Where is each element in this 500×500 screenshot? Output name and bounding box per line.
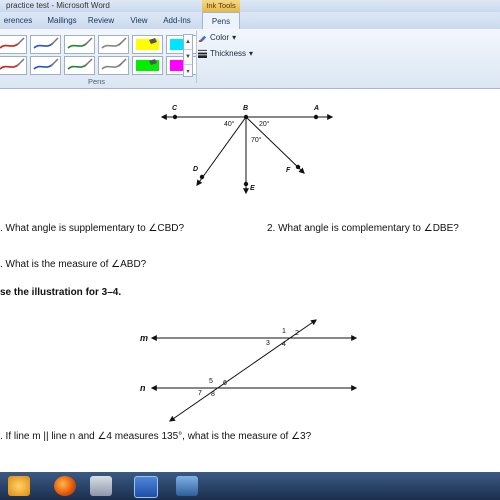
pen-swatch[interactable]	[0, 56, 27, 75]
tab-view[interactable]: View	[126, 12, 152, 29]
line-m-label: m	[140, 333, 149, 343]
pen-swatch[interactable]	[98, 35, 129, 54]
pen-swatch[interactable]	[0, 35, 27, 54]
question-1: . What angle is supplementary to ∠CBD?	[0, 223, 185, 234]
thickness-lines-icon	[198, 49, 207, 58]
point-f	[295, 164, 301, 170]
angle-label-20: 20°	[259, 121, 270, 128]
ink-tools-context-label: Ink Tools	[202, 0, 240, 12]
angle-2-label: 2	[295, 330, 299, 337]
scroll-down-icon[interactable]: ▼	[184, 50, 192, 65]
pen-swatch[interactable]	[64, 35, 95, 54]
highlighter-icon	[136, 38, 159, 50]
angle-5-label: 5	[209, 378, 213, 385]
pen-stroke-icon	[33, 37, 59, 49]
pen-swatch[interactable]	[98, 56, 129, 75]
angle-figure	[160, 114, 334, 195]
ray-bf	[245, 116, 305, 174]
pens-group-label: Pens	[87, 77, 106, 86]
line-n-label: n	[140, 383, 146, 393]
color-button[interactable]: Color ▾	[198, 33, 236, 42]
ribbon-pens-panel: ▲ ▼ ▾ Pens Color ▾ Thickness ▾	[0, 29, 500, 89]
pen-gallery-row-2	[0, 56, 197, 75]
angle-label-40: 40°	[224, 121, 235, 128]
angle-7-label: 7	[198, 390, 202, 397]
title-bar: practice test - Microsoft Word Ink Tools	[0, 0, 500, 12]
ray-bd	[196, 116, 247, 186]
question-4: . If line m || line n and ∠4 measures 13…	[0, 431, 312, 442]
angle-label-70: 70°	[251, 137, 262, 144]
word-icon[interactable]	[134, 476, 158, 498]
tab-add-ins[interactable]: Add-Ins	[160, 12, 194, 29]
calculator-icon[interactable]	[90, 476, 112, 496]
pen-swatch[interactable]	[132, 35, 163, 54]
pen-swatch[interactable]	[30, 56, 61, 75]
pen-gallery-scroll[interactable]: ▲ ▼ ▾	[183, 34, 193, 77]
pen-stroke-icon	[0, 58, 25, 70]
thickness-label: Thickness	[210, 49, 247, 58]
question-2: 2. What angle is complementary to ∠DBE?	[267, 223, 459, 234]
chevron-down-icon: ▾	[232, 33, 237, 42]
pen-stroke-icon	[0, 37, 25, 49]
point-d	[199, 174, 205, 180]
parallel-lines-figure	[150, 319, 358, 422]
point-a	[313, 114, 319, 120]
outlook-icon[interactable]	[8, 476, 30, 496]
pen-swatch[interactable]	[64, 56, 95, 75]
label-f: F	[286, 167, 291, 174]
question-3: . What is the measure of ∠ABD?	[0, 259, 147, 270]
label-c: C	[172, 105, 178, 112]
label-e: E	[250, 185, 255, 192]
tab-review[interactable]: Review	[86, 12, 116, 29]
point-c	[172, 114, 178, 120]
taskbar	[0, 472, 500, 500]
color-pencil-icon	[198, 35, 207, 42]
pen-gallery-row-1	[0, 35, 197, 54]
point-e	[243, 181, 249, 187]
network-icon[interactable]	[176, 476, 198, 496]
angle-8-label: 8	[211, 391, 215, 398]
pen-stroke-icon	[33, 58, 59, 70]
label-a: A	[314, 105, 320, 112]
pen-stroke-icon	[101, 37, 127, 49]
pen-stroke-icon	[67, 58, 93, 70]
angle-1-label: 1	[282, 328, 286, 335]
pen-stroke-icon	[67, 37, 93, 49]
tray-clock	[492, 481, 494, 487]
tab-mailings[interactable]: Mailings	[44, 12, 80, 29]
document-page: C B A D E F 40° 20° 70° . What angle is …	[0, 89, 500, 460]
chevron-down-icon: ▾	[249, 49, 254, 58]
firefox-icon[interactable]	[54, 476, 76, 496]
thickness-button[interactable]: Thickness ▾	[198, 49, 253, 58]
section-heading: se the illustration for 3–4.	[0, 287, 122, 298]
angle-6-label: 6	[223, 380, 227, 387]
pen-swatch[interactable]	[132, 56, 163, 75]
highlighter-icon	[136, 59, 159, 71]
scroll-up-icon[interactable]: ▲	[184, 35, 192, 50]
system-tray	[492, 480, 494, 488]
point-b	[243, 114, 249, 120]
angle-3-label: 3	[266, 340, 270, 347]
pen-stroke-icon	[101, 58, 127, 70]
label-d: D	[193, 166, 199, 173]
label-b: B	[243, 105, 249, 112]
window-title: practice test - Microsoft Word	[6, 1, 110, 10]
ribbon-tab-bar: erences Mailings Review View Add-Ins Pen…	[0, 12, 500, 31]
color-label: Color	[210, 33, 230, 42]
angle-4-label: 4	[282, 341, 286, 348]
pen-swatch[interactable]	[30, 35, 61, 54]
ribbon-separator	[196, 31, 197, 83]
tab-references[interactable]: erences	[0, 12, 36, 29]
